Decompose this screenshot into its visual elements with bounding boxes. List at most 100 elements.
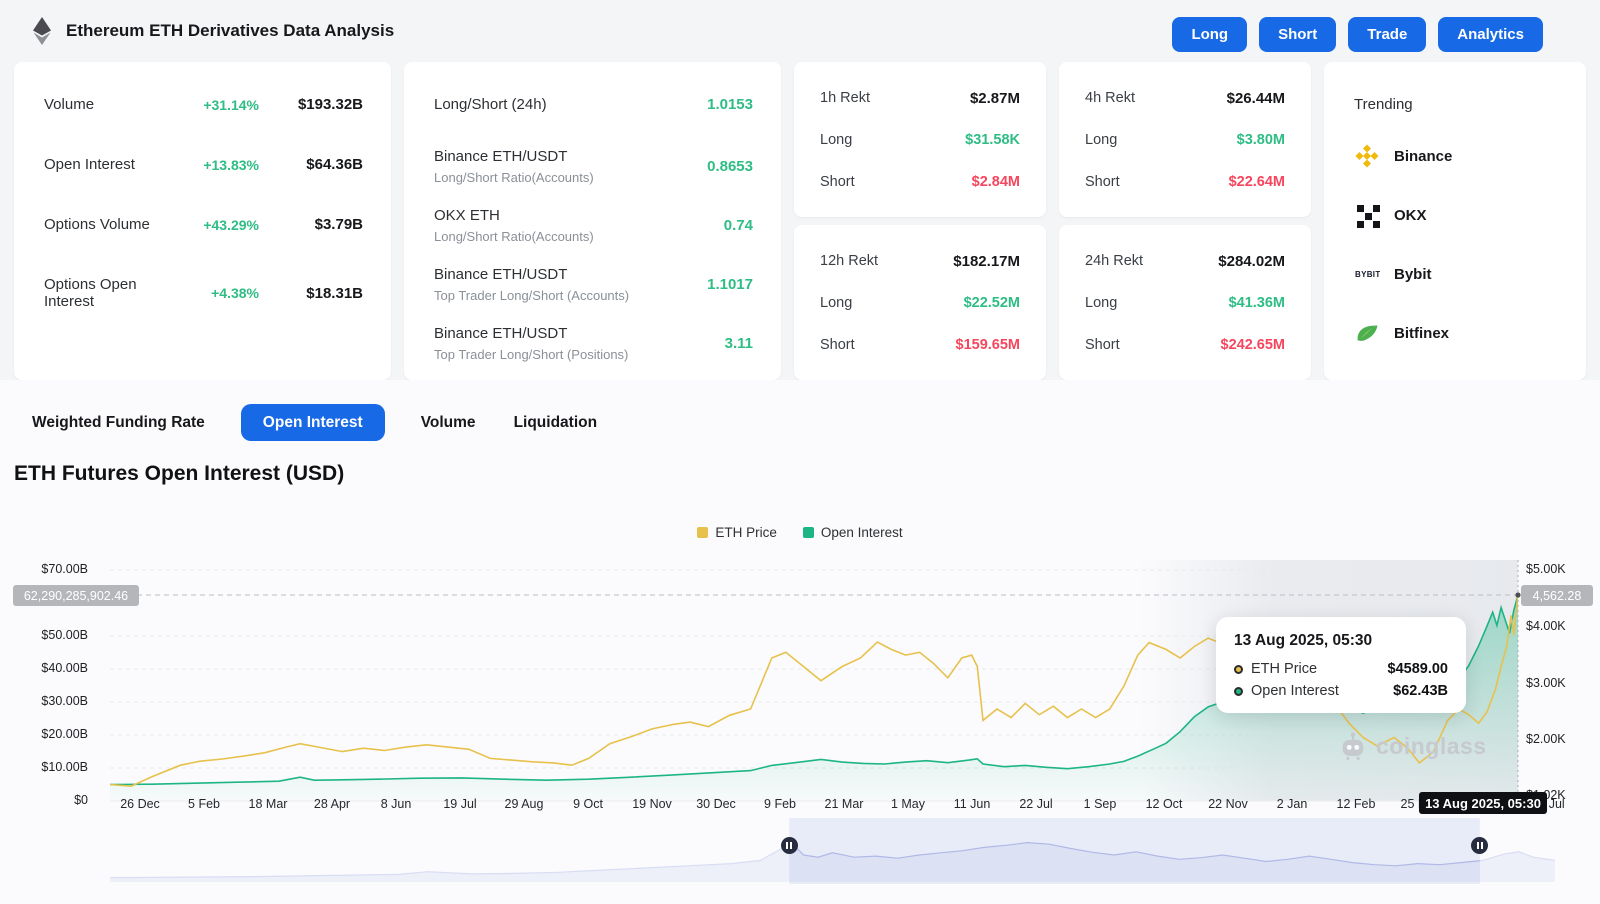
- chart-tooltip: 13 Aug 2025, 05:30 ETH Price $4589.00 Op…: [1216, 617, 1466, 713]
- main-chart-area[interactable]: $70.00B$50.00B$40.00B$30.00B$20.00B$10.0…: [0, 545, 1600, 818]
- ratio-row: Binance ETH/USDTLong/Short Ratio(Account…: [434, 146, 753, 186]
- left-axis-tick: $50.00B: [0, 628, 88, 642]
- tooltip-row-open-interest: Open Interest $62.43B: [1234, 683, 1448, 699]
- rekt-long-label: Long: [820, 132, 852, 148]
- trending-item-binance[interactable]: Binance: [1354, 143, 1558, 169]
- ratio-sub-label: Long/Short Ratio(Accounts): [434, 170, 707, 185]
- eth-price-dot-icon: [1234, 665, 1243, 674]
- ratio-sub-label: Top Trader Long/Short (Accounts): [434, 288, 707, 303]
- current-point-marker: [1515, 592, 1520, 597]
- ratio-label: Long/Short (24h): [434, 96, 707, 113]
- open-interest-dot-icon: [1234, 687, 1243, 696]
- stat-value: $64.36B: [259, 156, 363, 173]
- long-short-ratio-rows: Long/Short (24h)1.0153Binance ETH/USDTLo…: [404, 62, 781, 363]
- watermark: coinglass: [1338, 731, 1487, 761]
- ratio-label: Binance ETH/USDT: [434, 266, 707, 283]
- stat-row: Volume+31.14%$193.32B: [44, 96, 363, 113]
- rekt-title: 12h Rekt: [820, 253, 878, 269]
- page: Ethereum ETH Derivatives Data Analysis L…: [0, 0, 1600, 904]
- x-axis-tick: 21 Mar: [808, 797, 880, 811]
- ratio-row: Binance ETH/USDTTop Trader Long/Short (P…: [434, 323, 753, 363]
- legend-swatch-icon: [697, 527, 708, 538]
- tab-weighted-funding-rate[interactable]: Weighted Funding Rate: [30, 404, 207, 441]
- legend-item-open-interest[interactable]: Open Interest: [803, 525, 903, 540]
- tooltip-value: $4589.00: [1388, 661, 1448, 677]
- stat-change: +13.83%: [175, 157, 259, 173]
- stat-label: Volume: [44, 96, 175, 113]
- tab-open-interest[interactable]: Open Interest: [241, 404, 385, 441]
- legend-label: ETH Price: [715, 525, 777, 540]
- chart-title: ETH Futures Open Interest (USD): [14, 462, 344, 486]
- svg-text:BYBIT: BYBIT: [1355, 270, 1380, 279]
- stat-change: +31.14%: [175, 97, 259, 113]
- ratio-value: 1.0153: [707, 96, 753, 113]
- x-axis-tick: 30 Dec: [680, 797, 752, 811]
- x-axis-tick: 19 Jul: [424, 797, 496, 811]
- ratio-value: 3.11: [725, 335, 753, 352]
- rekt-short-value: $242.65M: [1221, 337, 1286, 353]
- tab-volume[interactable]: Volume: [419, 404, 478, 441]
- navigator-svg[interactable]: [0, 818, 1600, 886]
- trade-button[interactable]: Trade: [1348, 17, 1426, 52]
- stat-change: +43.29%: [175, 217, 259, 233]
- stat-row: Options Open Interest+4.38%$18.31B: [44, 276, 363, 310]
- legend-label: Open Interest: [821, 525, 903, 540]
- chart-range-navigator[interactable]: [0, 818, 1600, 886]
- rekt-short-label: Short: [1085, 174, 1120, 190]
- stat-label: Options Open Interest: [44, 276, 175, 310]
- x-axis-tick: 26 Dec: [104, 797, 176, 811]
- trending-item-bitfinex[interactable]: Bitfinex: [1354, 320, 1558, 346]
- coinglass-robot-icon: [1338, 731, 1368, 761]
- x-axis-tick: 12 Oct: [1128, 797, 1200, 811]
- current-open-interest-tag: 62,290,285,902.46: [13, 585, 139, 606]
- x-axis-tick: 9 Feb: [744, 797, 816, 811]
- rekt-short-label: Short: [1085, 337, 1120, 353]
- trending-title: Trending: [1354, 96, 1558, 113]
- left-axis-tick: $0: [0, 793, 88, 807]
- tooltip-label: Open Interest: [1251, 683, 1393, 699]
- current-date-tag: 13 Aug 2025, 05:30: [1419, 792, 1547, 814]
- rekt-long-label: Long: [1085, 132, 1117, 148]
- rekt-card-24h: 24h Rekt$284.02MLong$41.36MShort$242.65M: [1059, 225, 1311, 380]
- trending-items: Binance OKX BYBITBybit Bitfinex: [1354, 143, 1558, 346]
- trending-item-okx[interactable]: OKX: [1354, 202, 1558, 228]
- trending-item-name: OKX: [1394, 207, 1427, 224]
- chart-section: Weighted Funding Rate Open Interest Volume…: [0, 380, 1600, 904]
- chart-tabs: Weighted Funding Rate Open Interest Volume…: [30, 404, 599, 441]
- stat-label: Options Volume: [44, 216, 175, 233]
- summary-cards-row: Volume+31.14%$193.32BOpen Interest+13.83…: [14, 62, 1586, 380]
- header: Ethereum ETH Derivatives Data Analysis L…: [0, 0, 1600, 62]
- left-axis-tick: $10.00B: [0, 760, 88, 774]
- rekt-long-value: $41.36M: [1229, 295, 1285, 311]
- tab-liquidation[interactable]: Liquidation: [512, 404, 600, 441]
- right-axis-tick: $3.00K: [1526, 676, 1598, 690]
- left-axis-tick: $40.00B: [0, 661, 88, 675]
- stat-value: $3.79B: [259, 216, 363, 233]
- ratio-row: Binance ETH/USDT Top Trader Long/Short (A…: [434, 264, 753, 304]
- analytics-button[interactable]: Analytics: [1438, 17, 1543, 52]
- legend-item-eth-price[interactable]: ETH Price: [697, 525, 777, 540]
- trending-item-bybit[interactable]: BYBITBybit: [1354, 261, 1558, 287]
- rekt-total: $2.87M: [970, 90, 1020, 107]
- x-axis-tick: 12 Feb: [1320, 797, 1392, 811]
- left-axis-tick: $20.00B: [0, 727, 88, 741]
- rekt-long-value: $3.80M: [1237, 132, 1285, 148]
- rekt-long-label: Long: [820, 295, 852, 311]
- x-axis-tick: 1 Sep: [1064, 797, 1136, 811]
- stat-change: +4.38%: [175, 285, 259, 301]
- rekt-short-value: $159.65M: [956, 337, 1021, 353]
- long-button[interactable]: Long: [1172, 17, 1247, 52]
- navigator-left-handle[interactable]: [781, 837, 798, 854]
- x-axis-tick: 8 Jun: [360, 797, 432, 811]
- short-button[interactable]: Short: [1259, 17, 1336, 52]
- x-axis-tick: 19 Nov: [616, 797, 688, 811]
- rekt-short-label: Short: [820, 337, 855, 353]
- rekt-card-1h: 1h Rekt$2.87MLong$31.58KShort$2.84M: [794, 62, 1046, 217]
- rekt-long-label: Long: [1085, 295, 1117, 311]
- right-axis-tick: $2.00K: [1526, 732, 1598, 746]
- x-axis-tick: 28 Apr: [296, 797, 368, 811]
- tooltip-value: $62.43B: [1393, 683, 1448, 699]
- ratio-row: OKX ETHLong/Short Ratio(Accounts)0.74: [434, 205, 753, 245]
- rekt-short-value: $22.64M: [1229, 174, 1285, 190]
- rekt-long-value: $31.58K: [965, 132, 1020, 148]
